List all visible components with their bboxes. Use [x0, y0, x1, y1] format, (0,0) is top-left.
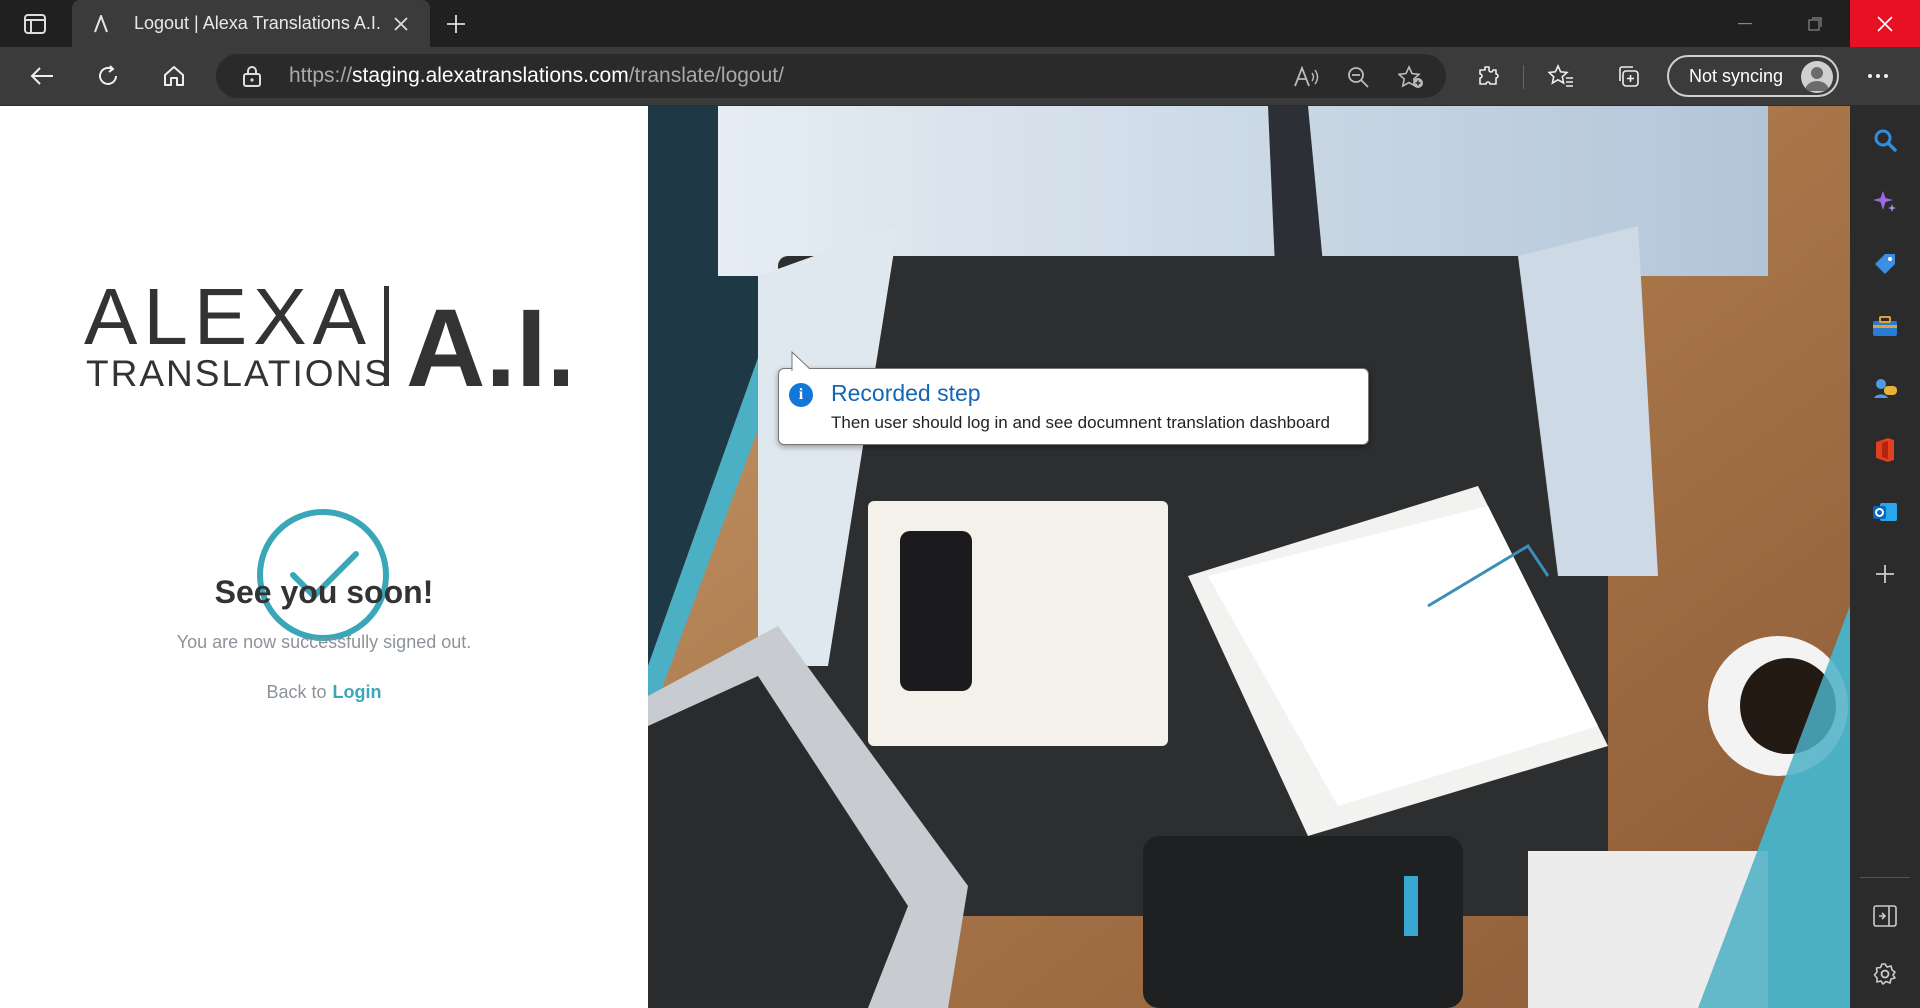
url-scheme: https:// [289, 64, 353, 87]
alexa-favicon-icon [90, 13, 112, 35]
refresh-icon[interactable] [90, 58, 126, 94]
recorded-step-callout: i Recorded step Then user should log in … [778, 351, 1369, 445]
new-tab-icon[interactable] [440, 10, 472, 38]
sync-label: Not syncing [1689, 65, 1784, 86]
url-host: staging.alexatranslations.com [352, 64, 629, 87]
browser-toolbar: https://staging.alexatranslations.com/tr… [0, 47, 1920, 106]
logout-panel: ALEXA TRANSLATIONS A.I. See you soon! Yo… [0, 106, 648, 1008]
url-path: /translate/logout/ [628, 64, 784, 87]
collections-icon[interactable] [1610, 58, 1646, 94]
address-bar[interactable]: https://staging.alexatranslations.com/tr… [216, 54, 1446, 98]
tab-title: Logout | Alexa Translations A.I. [134, 13, 381, 33]
back-to-login-row: Back to Login [0, 682, 648, 703]
hide-sidebar-icon[interactable] [1867, 898, 1903, 934]
tab-actions-icon[interactable] [14, 10, 56, 38]
lock-icon[interactable] [242, 65, 262, 92]
active-tab[interactable]: Logout | Alexa Translations A.I. [72, 0, 430, 47]
hero-image [648, 106, 1850, 1008]
profile-sync-button[interactable]: Not syncing [1667, 55, 1839, 97]
outlook-icon[interactable] [1867, 494, 1903, 530]
signed-out-message: You are now successfully signed out. [176, 632, 472, 652]
copilot-icon[interactable] [1867, 184, 1903, 220]
zoom-out-icon[interactable] [1343, 62, 1373, 92]
shopping-tag-icon[interactable] [1867, 246, 1903, 282]
callout-body: Then user should log in and see documnen… [831, 413, 1331, 432]
login-link[interactable]: Login [333, 682, 382, 702]
url-text[interactable]: https://staging.alexatranslations.com/tr… [289, 64, 784, 88]
callout-title: Recorded step [831, 380, 981, 406]
sidebar-separator [1860, 877, 1910, 878]
extensions-icon[interactable] [1470, 58, 1506, 94]
restore-icon[interactable] [1780, 0, 1850, 47]
title-bar: Logout | Alexa Translations A.I. [0, 0, 1920, 47]
more-options-icon[interactable] [1860, 58, 1896, 94]
window-close-icon[interactable] [1850, 0, 1920, 47]
add-icon[interactable] [1867, 556, 1903, 592]
add-favorite-icon[interactable] [1396, 62, 1426, 92]
page-title: See you soon! [214, 574, 434, 610]
avatar [1801, 61, 1833, 93]
back-icon[interactable] [24, 58, 60, 94]
logo-sub-text: TRANSLATIONS [86, 353, 391, 386]
favorites-icon[interactable] [1543, 58, 1579, 94]
tools-icon[interactable] [1867, 308, 1903, 344]
info-icon: i [789, 383, 813, 407]
home-icon[interactable] [156, 58, 192, 94]
read-aloud-icon[interactable] [1291, 62, 1321, 92]
tab-close-icon[interactable] [390, 13, 412, 35]
logo-mark-text: A.I. [406, 287, 568, 386]
toolbar-separator [1523, 65, 1524, 89]
minimize-icon[interactable] [1710, 0, 1780, 47]
search-icon[interactable] [1867, 122, 1903, 158]
logo-brand-text: ALEXA [84, 276, 372, 361]
alexa-translations-logo: ALEXA TRANSLATIONS A.I. [84, 272, 577, 410]
settings-icon[interactable] [1867, 956, 1903, 992]
games-icon[interactable] [1867, 370, 1903, 406]
back-prefix: Back to [266, 682, 327, 702]
office-icon[interactable] [1867, 432, 1903, 468]
edge-sidebar [1850, 106, 1920, 1008]
